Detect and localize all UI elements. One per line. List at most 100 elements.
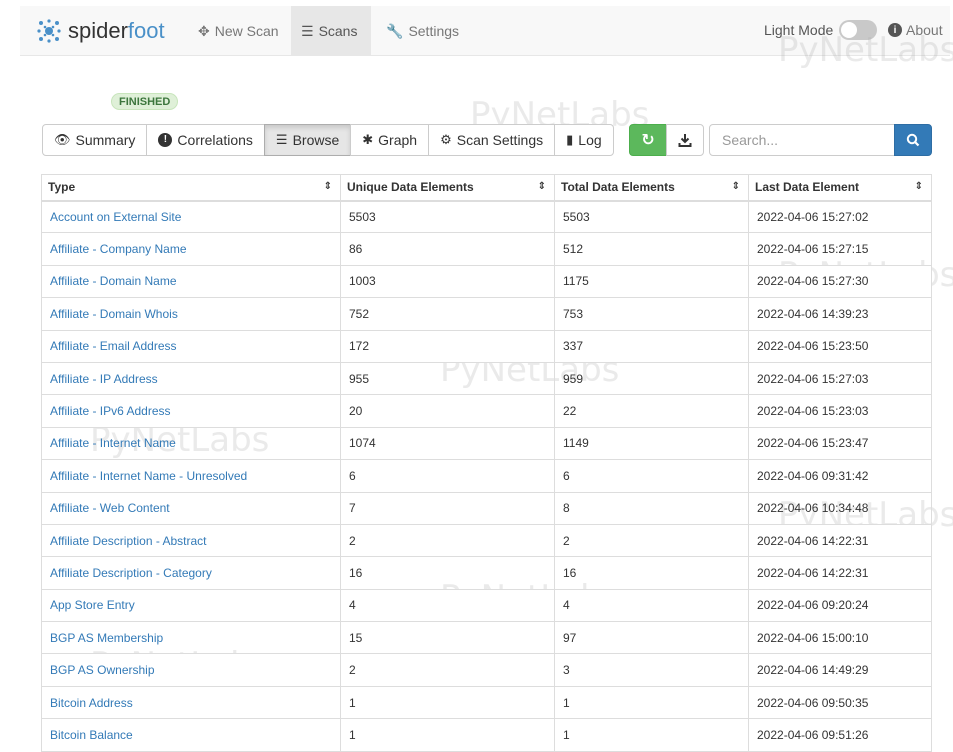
cell-total-count: 959 [554,361,749,396]
table-row: Affiliate - Internet Name - Unresolved 6 6… [41,459,932,493]
cell-type: Bitcoin Balance [41,718,341,752]
cell-type: Affiliate - Internet Name - Unresolved [41,459,341,493]
type-link[interactable]: Bitcoin Balance [50,728,133,742]
cell-type: Bitcoin Address [41,685,341,720]
download-button[interactable] [666,124,704,156]
cell-unique-count: 6 [340,459,555,493]
type-link[interactable]: Bitcoin Address [50,696,133,710]
tab-graph[interactable]: ✱ Graph [350,124,430,156]
tab-graph-label: Graph [378,132,418,148]
type-link[interactable]: Affiliate - IP Address [50,372,158,386]
brand-suffix: foot [127,18,165,43]
tab-browse-label: Browse [292,132,340,148]
table-body: Account on External Site 5503 5503 2022-04-… [41,199,932,752]
cell-total-count: 97 [554,621,749,655]
info-icon: i [888,23,902,37]
cell-unique-count: 1074 [340,426,555,461]
cell-last-element: 2022-04-06 14:39:23 [748,297,932,331]
brand-logo[interactable]: spider foot [36,16,165,46]
table-row: Account on External Site 5503 5503 2022-04-… [41,199,932,234]
cell-last-element: 2022-04-06 09:51:26 [748,718,932,752]
tab-correlations[interactable]: ! Correlations [146,124,265,156]
book-icon: ▮ [566,132,574,147]
table-row: App Store Entry 4 4 2022-04-06 09:20:24 [41,588,932,623]
table-row: Bitcoin Balance 1 1 2022-04-06 09:51:26 [41,718,932,752]
light-mode-toggle[interactable] [839,20,878,40]
sort-icon: ⇕ [914,181,923,192]
type-link[interactable]: Affiliate Description - Abstract [50,534,207,548]
cell-type: Affiliate - Domain Name [41,264,341,299]
nav-new-scan-label: New Scan [214,23,279,39]
search-button[interactable] [894,124,932,156]
nav-scans[interactable]: ☰ Scans [291,6,371,56]
list-icon: ☰ [301,23,314,39]
cell-unique-count: 1 [340,685,555,720]
tab-summary[interactable]: 👁 Summary [42,124,148,156]
light-mode-toggle-group: Light Mode [764,18,878,42]
cell-total-count: 5503 [554,199,749,234]
brand-prefix: spider [68,18,128,43]
cell-last-element: 2022-04-06 10:34:48 [748,491,932,525]
nav-new-scan[interactable]: ✥ New Scan [188,6,289,56]
column-header-unique[interactable]: Unique Data Elements ⇕ [340,174,555,202]
column-header-type[interactable]: Type ⇕ [41,174,341,202]
cell-total-count: 512 [554,232,749,266]
type-link[interactable]: Affiliate Description - Category [50,566,212,580]
type-link[interactable]: Affiliate - Domain Name [50,274,177,288]
cell-total-count: 1 [554,685,749,720]
cell-last-element: 2022-04-06 15:27:30 [748,264,932,299]
type-link[interactable]: Affiliate - Email Address [50,339,177,353]
cell-total-count: 337 [554,329,749,363]
light-mode-label: Light Mode [764,22,834,38]
type-link[interactable]: Affiliate - IPv6 Address [50,404,171,418]
tab-browse[interactable]: ☰ Browse [263,124,352,156]
type-link[interactable]: BGP AS Ownership [50,663,155,677]
cell-unique-count: 16 [340,556,555,590]
cell-type: Affiliate - Web Content [41,491,341,525]
sort-icon: ⇕ [537,181,546,192]
type-link[interactable]: Affiliate - Domain Whois [50,307,178,321]
cell-unique-count: 20 [340,394,555,428]
type-link[interactable]: Affiliate - Internet Name [50,436,176,450]
refresh-button[interactable]: ↻ [629,124,667,156]
wrench-icon: 🔧 [386,23,404,39]
data-table: Type ⇕ Unique Data Elements ⇕ Total Data… [41,174,932,752]
type-link[interactable]: Affiliate - Company Name [50,242,187,256]
tab-scan-settings[interactable]: ⚙ Scan Settings [428,124,556,156]
nav-settings[interactable]: 🔧 Settings [376,6,469,56]
table-row: BGP AS Ownership 2 3 2022-04-06 14:49:29 [41,653,932,687]
cell-last-element: 2022-04-06 15:23:50 [748,329,932,363]
type-link[interactable]: BGP AS Membership [50,631,163,645]
type-link[interactable]: App Store Entry [50,598,135,612]
cell-unique-count: 15 [340,621,555,655]
type-link[interactable]: Affiliate - Internet Name - Unresolved [50,469,247,483]
type-link[interactable]: Affiliate - Web Content [50,501,170,515]
cell-type: Affiliate - Domain Whois [41,297,341,331]
table-row: Affiliate - Internet Name 1074 1149 2022-04… [41,426,932,461]
search-input[interactable] [709,124,895,156]
cell-type: Affiliate - IP Address [41,361,341,396]
cell-last-element: 2022-04-06 15:23:47 [748,426,932,461]
table-row: Affiliate Description - Abstract 2 2 2022-0… [41,523,932,558]
table-row: Bitcoin Address 1 1 2022-04-06 09:50:35 [41,685,932,720]
cell-unique-count: 4 [340,588,555,623]
cell-last-element: 2022-04-06 14:22:31 [748,556,932,590]
table-row: Affiliate Description - Category 16 16 2022… [41,556,932,590]
cell-total-count: 8 [554,491,749,525]
asterisk-icon: ✱ [362,132,374,147]
sort-icon: ⇕ [731,181,740,192]
cell-type: Affiliate - Email Address [41,329,341,363]
tab-log-label: Log [578,132,602,148]
table-row: BGP AS Membership 15 97 2022-04-06 15:00:10 [41,621,932,655]
table-header-row: Type ⇕ Unique Data Elements ⇕ Total Data… [41,174,932,202]
cell-type: Account on External Site [41,199,341,234]
column-header-total[interactable]: Total Data Elements ⇕ [554,174,749,202]
type-link[interactable]: Account on External Site [50,210,181,224]
cell-total-count: 4 [554,588,749,623]
cell-total-count: 3 [554,653,749,687]
cell-last-element: 2022-04-06 09:31:42 [748,459,932,493]
cell-total-count: 2 [554,523,749,558]
tab-log[interactable]: ▮ Log [554,124,614,156]
column-header-last[interactable]: Last Data Element ⇕ [748,174,932,202]
nav-about[interactable]: i About [888,18,943,42]
